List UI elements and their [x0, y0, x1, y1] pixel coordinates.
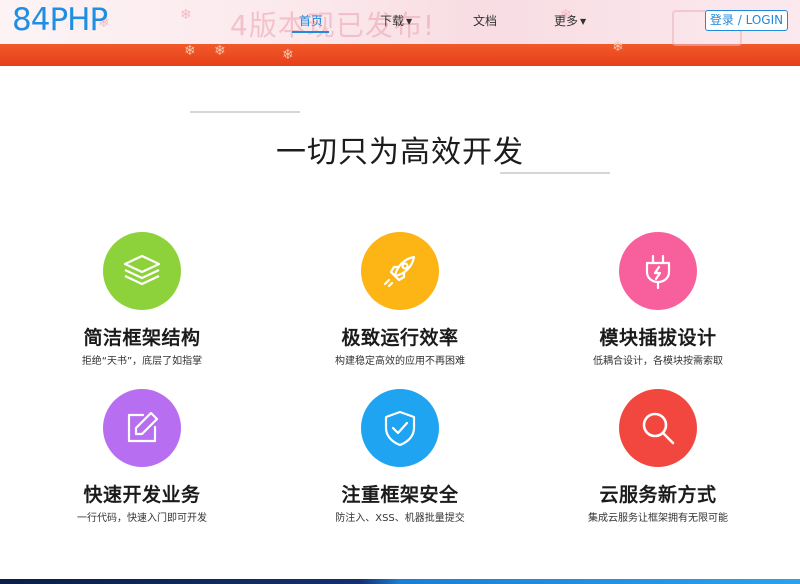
feature-title: 云服务新方式 — [599, 484, 717, 506]
site-logo[interactable]: 84PHP — [12, 2, 108, 38]
banner-red-band — [0, 44, 800, 66]
feature-security: 注重框架安全 防注入、XSS、机器批量提交 — [300, 389, 500, 524]
feature-title: 注重框架安全 — [341, 484, 459, 506]
nav-docs[interactable]: 文档 — [473, 12, 497, 29]
snowflake-icon: ❄ — [184, 43, 196, 59]
plug-icon — [619, 232, 697, 310]
feature-title: 快速开发业务 — [83, 484, 201, 506]
rocket-icon — [361, 232, 439, 310]
feature-description: 集成云服务让框架拥有无限可能 — [588, 513, 728, 524]
edit-icon — [103, 389, 181, 467]
headline-divider-top — [190, 111, 300, 113]
feature-cloud: 云服务新方式 集成云服务让框架拥有无限可能 — [558, 389, 758, 524]
nav-download[interactable]: 下载 ▼ — [380, 12, 412, 29]
feature-simple-structure: 简洁框架结构 拒绝“天书”，底层了如指掌 — [42, 232, 242, 367]
feature-description: 拒绝“天书”，底层了如指掌 — [81, 356, 203, 367]
feature-title: 模块插拔设计 — [599, 327, 717, 349]
layers-icon — [103, 232, 181, 310]
feature-title: 简洁框架结构 — [83, 327, 201, 349]
header-banner: ❄ ❄ ❄ ❄ ❄ ❄ ❄ 4版本现已发布! — [0, 0, 800, 66]
feature-rapid-dev: 快速开发业务 一行代码，快速入门即可开发 — [42, 389, 242, 524]
snowflake-icon: ❄ — [282, 47, 294, 63]
feature-description: 低耦合设计，各模块按需索取 — [593, 356, 723, 367]
headline-divider-bottom — [500, 172, 610, 174]
login-button[interactable]: 登录 / LOGIN — [705, 10, 788, 31]
nav-more[interactable]: 更多 ▼ — [554, 12, 586, 29]
search-icon — [619, 389, 697, 467]
caret-down-icon: ▼ — [580, 17, 587, 26]
footer-banner-edge — [0, 579, 800, 584]
page-headline: 一切只为高效开发 — [276, 135, 524, 170]
feature-efficiency: 极致运行效率 构建稳定高效的应用不再困难 — [300, 232, 500, 367]
shield-check-icon — [361, 389, 439, 467]
snowflake-icon: ❄ — [180, 7, 192, 23]
feature-description: 一行代码，快速入门即可开发 — [77, 513, 207, 524]
nav-home[interactable]: 首页 — [299, 12, 323, 29]
nav-download-label: 下载 — [380, 14, 405, 28]
caret-down-icon: ▼ — [406, 17, 413, 26]
feature-description: 构建稳定高效的应用不再困难 — [335, 356, 465, 367]
nav-more-label: 更多 — [554, 14, 579, 28]
feature-description: 防注入、XSS、机器批量提交 — [335, 513, 465, 524]
snowflake-icon: ❄ — [612, 39, 624, 55]
feature-title: 极致运行效率 — [341, 327, 459, 349]
feature-modular: 模块插拔设计 低耦合设计，各模块按需索取 — [558, 232, 758, 367]
nav-active-underline — [292, 31, 329, 33]
snowflake-icon: ❄ — [214, 43, 226, 59]
